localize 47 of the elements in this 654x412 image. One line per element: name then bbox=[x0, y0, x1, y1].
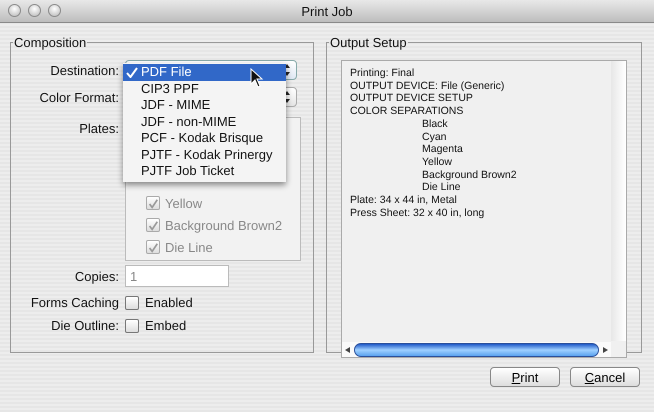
menu-item[interactable]: JDF - MIME bbox=[123, 97, 286, 114]
field-label: Copies: bbox=[74, 268, 119, 284]
output-line: Black bbox=[422, 118, 448, 131]
group-title: Output Setup bbox=[329, 35, 408, 50]
field-label: Destination: bbox=[49, 62, 119, 78]
close-button[interactable] bbox=[8, 4, 21, 17]
updown-arrows-icon bbox=[283, 90, 291, 104]
group-title: Composition bbox=[13, 35, 88, 50]
plate-label: Background Brown2 bbox=[165, 218, 282, 232]
output-line: Die Line bbox=[422, 181, 461, 194]
menu-item[interactable]: PCF - Kodak Brisque bbox=[123, 130, 286, 146]
output-line: OUTPUT DEVICE: File (Generic) bbox=[350, 80, 504, 92]
vertical-scrollbar[interactable] bbox=[611, 61, 626, 341]
menu-item[interactable]: CIP3 PPF bbox=[123, 80, 286, 97]
output-line: Plate: 34 x 44 in, Metal bbox=[350, 194, 457, 207]
updown-arrows-icon bbox=[283, 63, 291, 77]
zoom-button[interactable] bbox=[48, 4, 61, 17]
checkbox[interactable] bbox=[125, 318, 139, 332]
menu-item[interactable]: PJTF - Kodak Prinergy bbox=[123, 146, 286, 163]
scroll-left-icon[interactable] bbox=[344, 346, 352, 354]
dialog-button[interactable]: Cancel bbox=[570, 367, 640, 387]
output-line: Printing: Final bbox=[350, 67, 414, 80]
field-label: Plates: bbox=[78, 120, 119, 136]
option-label: Embed bbox=[145, 318, 186, 333]
output-line: Background Brown2 bbox=[422, 168, 517, 182]
output-line: Magenta bbox=[422, 143, 463, 156]
output-line: Press Sheet: 32 x 40 in, long bbox=[350, 206, 484, 220]
menu-item[interactable]: PDF File bbox=[123, 64, 286, 80]
dialog-button[interactable]: Print bbox=[490, 367, 560, 387]
menu-item[interactable]: JDF - non-MIME bbox=[123, 114, 286, 130]
checkbox[interactable] bbox=[125, 296, 139, 310]
field-label: Color Format: bbox=[38, 90, 119, 104]
window-title: Print Job bbox=[301, 4, 353, 18]
menu-item[interactable]: PJTF Job Ticket bbox=[123, 163, 286, 180]
scroll-right-icon[interactable] bbox=[601, 346, 609, 354]
checkmark-icon bbox=[126, 67, 138, 78]
die-outline-label: Die Outline: bbox=[50, 318, 119, 333]
output-line: Cyan bbox=[422, 130, 447, 144]
output-line: COLOR SEPARATIONS bbox=[350, 105, 464, 118]
output-line: Yellow bbox=[422, 156, 452, 169]
forms-caching-label: Forms Caching bbox=[30, 295, 119, 310]
output-line: OUTPUT DEVICE SETUP bbox=[350, 92, 473, 106]
minimize-button[interactable] bbox=[28, 4, 41, 17]
plate-label: Yellow bbox=[165, 196, 202, 210]
pointer-icon bbox=[250, 68, 264, 88]
plate-label: Die Line bbox=[165, 240, 213, 254]
option-label: Enabled bbox=[145, 295, 193, 310]
